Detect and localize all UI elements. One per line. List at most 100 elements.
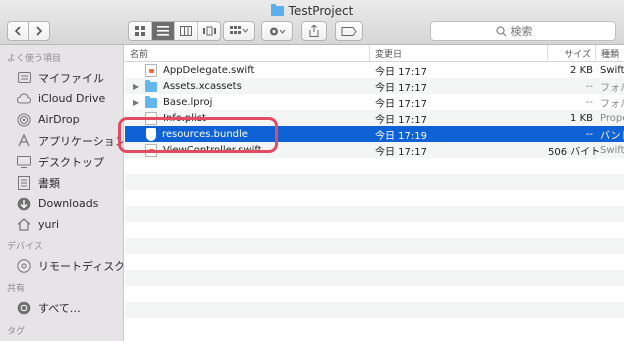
toolbar: TestProject	[0, 0, 624, 45]
column-header-date[interactable]: 変更日	[370, 45, 548, 61]
arrange-grid-icon	[230, 26, 248, 34]
sidebar-item-downloads[interactable]: Downloads	[0, 193, 123, 214]
file-kind: Prope	[600, 112, 624, 124]
sidebar-item-icloud-drive[interactable]: iCloud Drive	[0, 88, 123, 109]
file-row[interactable]: ViewController.swift 今日 17:17 506 バイト Sw…	[125, 142, 624, 158]
file-name: AppDelegate.swift	[163, 64, 255, 76]
column-view-button[interactable]	[175, 22, 198, 40]
disclosure-triangle-icon[interactable]: ▶	[133, 98, 143, 107]
downloads-icon	[17, 197, 31, 211]
empty-row	[125, 254, 624, 270]
file-size: 1 KB	[570, 112, 593, 124]
empty-row	[125, 238, 624, 254]
share-button[interactable]	[301, 21, 327, 41]
file-date: 今日 17:17	[375, 66, 427, 78]
column-header-size[interactable]: サイズ	[548, 45, 596, 61]
search-input[interactable]	[510, 24, 551, 38]
sidebar-item-documents[interactable]: 書類	[0, 172, 123, 193]
desktop-icon	[17, 155, 31, 169]
empty-row	[125, 318, 624, 334]
sidebar-section-devices: デバイス	[7, 242, 43, 252]
file-row[interactable]: Info.plist 今日 17:17 1 KB Prope	[125, 110, 624, 126]
columns-icon	[180, 26, 192, 36]
sidebar-item-remote-disc[interactable]: リモートディスク	[0, 255, 123, 276]
empty-row	[125, 190, 624, 206]
file-size: --	[585, 80, 593, 92]
file-rows: AppDelegate.swift 今日 17:17 2 KB Swift ▶ A…	[125, 62, 624, 334]
airdrop-icon	[17, 113, 31, 127]
swift-file-icon	[145, 63, 157, 77]
file-kind: フォル	[600, 82, 624, 94]
network-icon	[17, 301, 31, 315]
file-row[interactable]: ▶ Base.lproj 今日 17:17 -- フォル	[125, 94, 624, 110]
sidebar-item-my-files[interactable]: マイファイル	[0, 67, 123, 88]
action-button[interactable]	[261, 21, 293, 41]
column-header-name[interactable]: 名前	[125, 45, 370, 61]
empty-row	[125, 174, 624, 190]
empty-row	[125, 206, 624, 222]
window-title: TestProject	[0, 3, 624, 19]
arrange-button[interactable]	[223, 21, 255, 41]
grid-icon	[135, 26, 145, 36]
file-kind: フォル	[600, 98, 624, 110]
share-icon	[309, 25, 319, 37]
bundle-icon	[146, 127, 156, 141]
applications-icon	[17, 134, 31, 148]
chevron-right-icon	[36, 26, 43, 36]
empty-row	[125, 158, 624, 174]
search-field[interactable]	[430, 21, 616, 41]
back-button[interactable]	[7, 21, 29, 41]
file-row[interactable]: AppDelegate.swift 今日 17:17 2 KB Swift	[125, 62, 624, 78]
sidebar: よく使う項目 マイファイル iCloud Drive AirDrop アプリケー…	[0, 45, 124, 341]
tags-button[interactable]	[335, 21, 363, 41]
list-view-button[interactable]	[152, 22, 175, 40]
sidebar-item-desktop[interactable]: デスクトップ	[0, 151, 123, 172]
swift-file-icon	[145, 143, 157, 157]
file-date: 今日 17:17	[375, 98, 427, 110]
file-row[interactable]: ▶ Assets.xcassets 今日 17:17 -- フォル	[125, 78, 624, 94]
gallery-view-button[interactable]	[198, 22, 220, 40]
file-name: ViewController.swift	[163, 144, 262, 156]
file-kind: バンド	[600, 130, 624, 142]
file-list: 名前 変更日 サイズ 種類 AppDelegate.swift 今日 17:17…	[125, 45, 624, 341]
folder-icon	[145, 96, 157, 108]
sidebar-item-all-shared[interactable]: すべて…	[0, 297, 123, 318]
file-name: resources.bundle	[162, 128, 248, 140]
gear-icon	[270, 27, 286, 35]
list-header: 名前 変更日 サイズ 種類	[125, 45, 624, 62]
file-size: --	[585, 96, 593, 108]
folder-icon	[270, 4, 284, 16]
file-name: Assets.xcassets	[163, 80, 242, 92]
cloud-icon	[17, 92, 31, 106]
empty-row	[125, 286, 624, 302]
chevron-left-icon	[14, 26, 21, 36]
cover-flow-icon	[202, 26, 216, 36]
sidebar-section-tags: タグ	[7, 327, 26, 337]
view-mode-segment	[128, 21, 221, 41]
column-header-kind[interactable]: 種類	[596, 45, 624, 61]
empty-row	[125, 270, 624, 286]
file-size: 506 バイト	[548, 146, 601, 158]
sidebar-item-home[interactable]: yuri	[0, 214, 123, 235]
file-name: Base.lproj	[163, 96, 213, 108]
remote-disc-icon	[17, 258, 31, 273]
search-icon	[495, 25, 506, 36]
disclosure-triangle-icon[interactable]: ▶	[133, 82, 143, 91]
empty-row	[125, 222, 624, 238]
file-date: 今日 17:17	[375, 82, 427, 94]
icon-view-button[interactable]	[129, 22, 152, 40]
tag-icon	[341, 26, 357, 36]
file-row-selected[interactable]: resources.bundle 今日 17:19 -- バンド	[125, 126, 624, 142]
forward-button[interactable]	[28, 21, 50, 41]
file-date: 今日 17:17	[375, 114, 427, 126]
sidebar-item-airdrop[interactable]: AirDrop	[0, 109, 123, 130]
file-kind: Swift	[600, 144, 624, 156]
sidebar-item-applications[interactable]: アプリケーション	[0, 130, 123, 151]
file-size: --	[585, 128, 593, 140]
sidebar-section-favorites: よく使う項目	[7, 54, 62, 64]
plist-file-icon	[145, 111, 157, 125]
list-icon	[157, 26, 169, 36]
file-size: 2 KB	[570, 64, 593, 76]
file-name: Info.plist	[163, 112, 206, 124]
file-kind: Swift	[600, 64, 624, 76]
